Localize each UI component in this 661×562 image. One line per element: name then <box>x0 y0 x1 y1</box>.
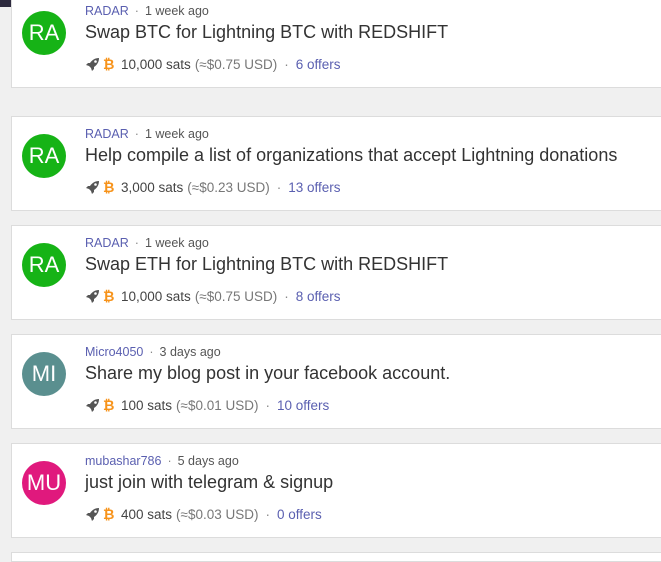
post-author-link[interactable]: RADAR <box>85 127 129 141</box>
separator-dot: · <box>134 4 139 18</box>
reward-sats: 3,000 sats <box>121 179 184 195</box>
separator-dot: · <box>167 454 172 468</box>
post-title[interactable]: Swap BTC for Lightning BTC with REDSHIFT <box>85 22 448 43</box>
bitcoin-icon: ₿ <box>103 397 115 413</box>
rocket-icon <box>86 58 99 71</box>
reward-sats: 10,000 sats <box>121 288 191 304</box>
post-title[interactable]: Share my blog post in your facebook acco… <box>85 363 450 384</box>
reward-sats: 100 sats <box>121 397 173 413</box>
post-time: 1 week ago <box>144 236 209 250</box>
reward-info: ₿ 3,000 sats (≈$0.23 USD) · 13 offers <box>85 179 341 195</box>
rocket-icon <box>86 508 99 521</box>
reward-info: ₿ 10,000 sats (≈$0.75 USD) · 8 offers <box>85 288 341 304</box>
bitcoin-icon: ₿ <box>103 179 115 195</box>
reward-usd: (≈$0.23 USD) <box>187 179 270 195</box>
rocket-icon <box>86 290 99 303</box>
post-card[interactable]: RA RADAR · 1 week ago Help compile a list … <box>11 116 661 211</box>
post-time: 1 week ago <box>144 127 209 141</box>
post-time: 3 days ago <box>159 345 221 359</box>
rocket-icon <box>86 181 99 194</box>
post-time: 1 week ago <box>144 4 209 18</box>
reward-sats: 10,000 sats <box>121 56 191 72</box>
reward-usd: (≈$0.75 USD) <box>194 56 278 72</box>
post-title[interactable]: just join with telegram & signup <box>85 472 333 493</box>
post-meta: RADAR · 1 week ago <box>85 4 209 18</box>
offers-link[interactable]: 0 offers <box>277 507 322 522</box>
separator-dot: · <box>149 345 154 359</box>
bitcoin-icon: ₿ <box>103 288 115 304</box>
offers-link[interactable]: 13 offers <box>288 180 340 195</box>
separator-dot: · <box>284 56 289 72</box>
reward-usd: (≈$0.03 USD) <box>176 506 259 522</box>
post-author-link[interactable]: RADAR <box>85 236 129 250</box>
post-meta: mubashar786 · 5 days ago <box>85 454 239 468</box>
reward-info: ₿ 400 sats (≈$0.03 USD) · 0 offers <box>85 506 322 522</box>
post-meta: RADAR · 1 week ago <box>85 236 209 250</box>
post-meta: Micro4050 · 3 days ago <box>85 345 221 359</box>
post-card[interactable]: MI Micro4050 · 3 days ago Share my blog po… <box>11 334 661 429</box>
offers-link[interactable]: 8 offers <box>296 289 341 304</box>
post-card[interactable]: RA RADAR · 1 week ago Swap BTC for Lightni… <box>11 0 661 88</box>
reward-sats: 400 sats <box>121 506 173 522</box>
separator-dot: · <box>284 288 289 304</box>
separator-dot: · <box>134 127 139 141</box>
post-card[interactable]: RA RADAR · 1 week ago Swap ETH for Lightni… <box>11 225 661 320</box>
post-title[interactable]: Swap ETH for Lightning BTC with REDSHIFT <box>85 254 448 275</box>
reward-usd: (≈$0.01 USD) <box>176 397 259 413</box>
post-meta: RADAR · 1 week ago <box>85 127 209 141</box>
offers-link[interactable]: 10 offers <box>277 398 329 413</box>
post-card-partial <box>11 552 661 562</box>
avatar[interactable]: MU <box>22 461 66 505</box>
offers-link[interactable]: 6 offers <box>296 57 341 72</box>
bitcoin-icon: ₿ <box>103 506 115 522</box>
reward-usd: (≈$0.75 USD) <box>194 288 278 304</box>
post-title[interactable]: Help compile a list of organizations tha… <box>85 145 617 166</box>
separator-dot: · <box>134 236 139 250</box>
reward-info: ₿ 10,000 sats (≈$0.75 USD) · 6 offers <box>85 56 341 72</box>
avatar[interactable]: RA <box>22 243 66 287</box>
separator-dot: · <box>276 179 282 195</box>
avatar[interactable]: RA <box>22 134 66 178</box>
post-time: 5 days ago <box>177 454 239 468</box>
reward-info: ₿ 100 sats (≈$0.01 USD) · 10 offers <box>85 397 329 413</box>
separator-dot: · <box>265 506 270 522</box>
post-author-link[interactable]: RADAR <box>85 4 129 18</box>
post-card[interactable]: MU mubashar786 · 5 days ago just join with… <box>11 443 661 538</box>
avatar[interactable]: MI <box>22 352 66 396</box>
post-author-link[interactable]: mubashar786 <box>85 454 161 468</box>
avatar[interactable]: RA <box>22 11 66 55</box>
post-author-link[interactable]: Micro4050 <box>85 345 143 359</box>
rocket-icon <box>86 399 99 412</box>
separator-dot: · <box>265 397 270 413</box>
bitcoin-icon: ₿ <box>103 56 115 72</box>
